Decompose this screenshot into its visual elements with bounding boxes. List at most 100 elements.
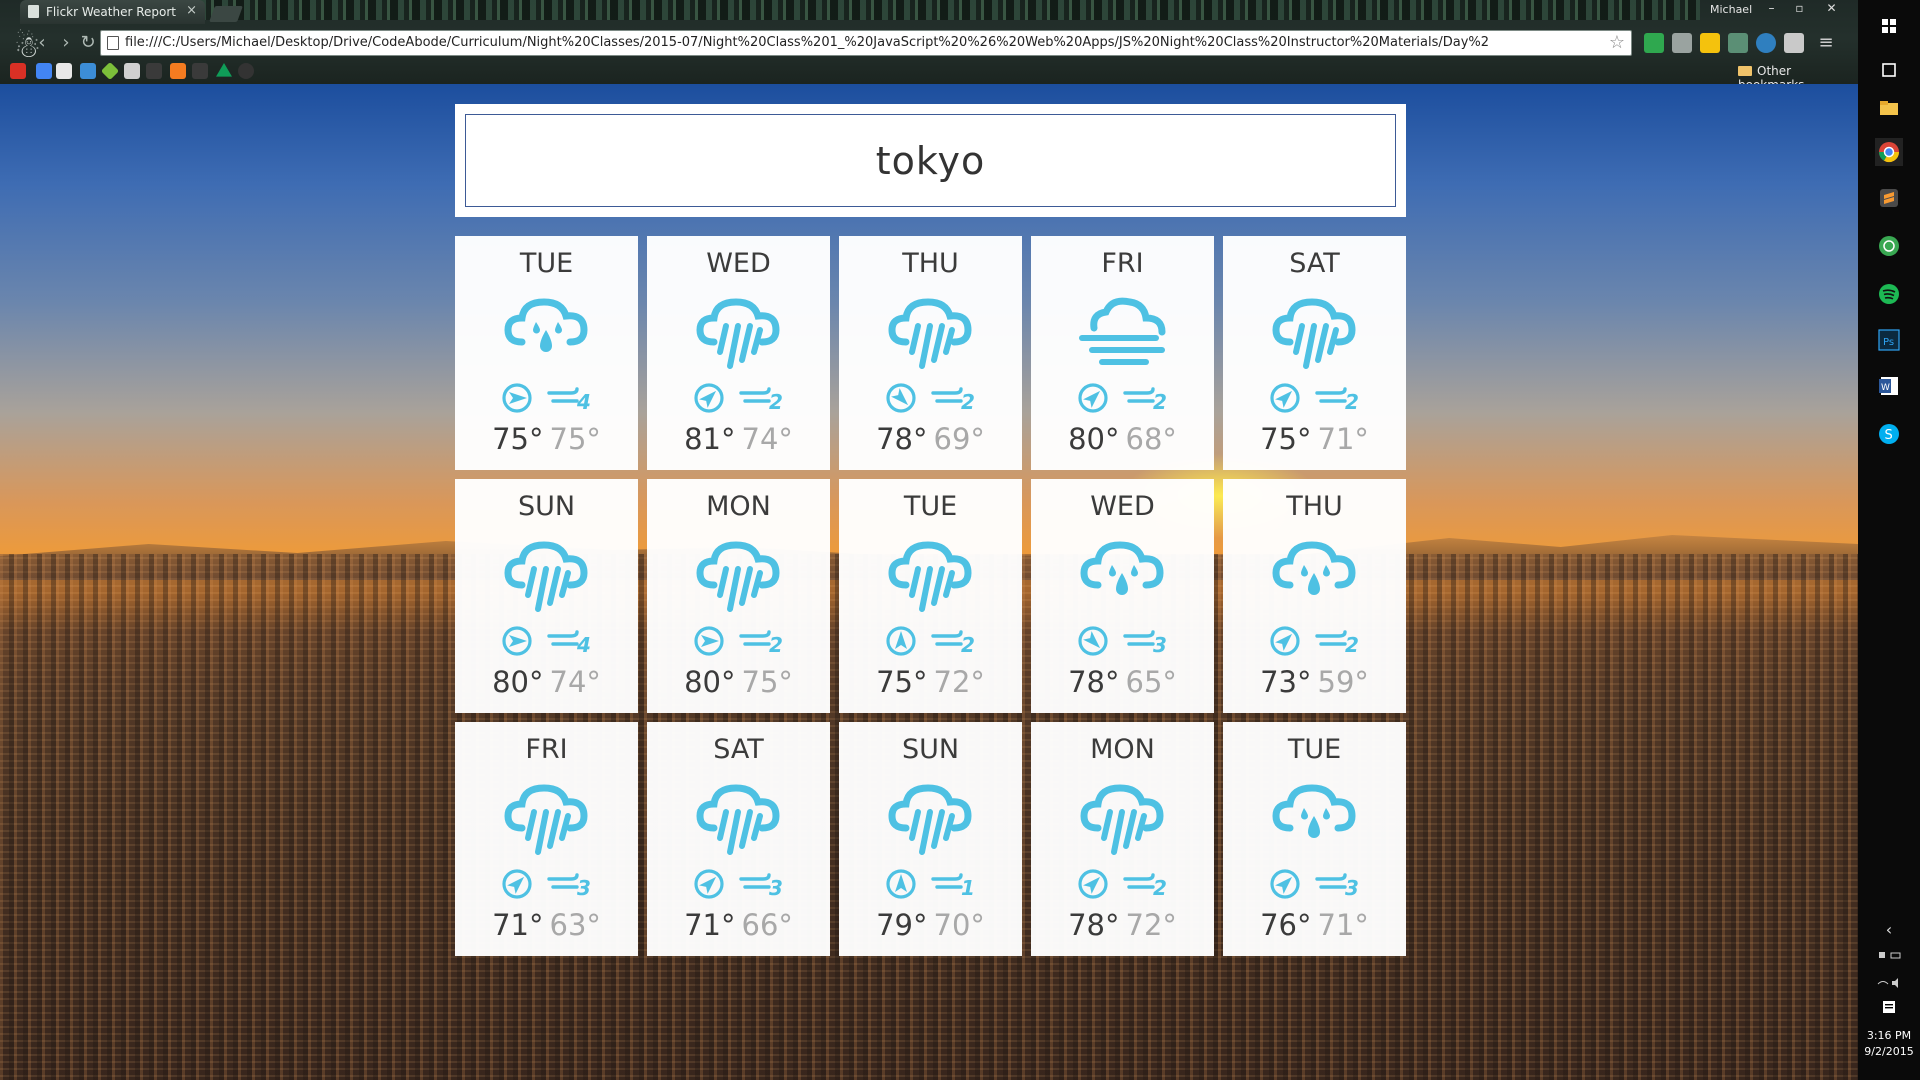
wind-speed-icon: 2: [931, 384, 979, 414]
wind-direction-icon: [501, 382, 533, 414]
wind-speed: 2: [1153, 876, 1167, 900]
city-search-input[interactable]: [465, 114, 1396, 207]
maximize-icon[interactable]: ▫: [1786, 0, 1813, 18]
rain-cloud-icon: [1268, 292, 1360, 372]
menu-icon[interactable]: ≡: [1816, 33, 1836, 53]
low-temp: 59°: [1317, 665, 1369, 699]
clock[interactable]: 3:16 PM 9/2/2015: [1858, 1028, 1920, 1060]
chrome-icon[interactable]: [1875, 138, 1903, 166]
rain-cloud-icon: [692, 778, 784, 858]
file-explorer-icon[interactable]: [1875, 94, 1903, 122]
skype-icon[interactable]: S: [1875, 420, 1903, 448]
wind-speed-icon: 1: [931, 870, 979, 900]
forecast-card: THU 2 78° 69°: [839, 236, 1022, 470]
lock-bookmark-icon[interactable]: [56, 63, 72, 79]
wind-info: 2: [1031, 868, 1214, 900]
rain-cloud-icon: [500, 535, 592, 615]
extension-gray-icon[interactable]: [1672, 33, 1692, 53]
reload-button[interactable]: ↻: [76, 31, 100, 55]
forecast-day: WED: [706, 248, 771, 279]
high-temp: 73°: [1260, 665, 1312, 699]
drive-bookmark-icon[interactable]: [216, 63, 232, 77]
google-plus-bookmark-icon[interactable]: [36, 63, 52, 79]
wind-direction-icon: [1077, 625, 1109, 657]
doc-bookmark-icon[interactable]: [80, 63, 96, 79]
close-icon[interactable]: ✕: [1818, 0, 1845, 18]
url-text[interactable]: file:///C:/Users/Michael/Desktop/Drive/C…: [125, 35, 1605, 50]
temperatures: 78° 65°: [1031, 665, 1214, 699]
wind-info: 2: [647, 625, 830, 657]
forecast-day: THU: [1286, 491, 1343, 522]
bookmark-star-icon[interactable]: ☆: [1609, 32, 1625, 53]
forecast-card: WED 3 78° 65°: [1031, 479, 1214, 713]
wind-speed: 3: [1345, 876, 1359, 900]
action-center-icon[interactable]: [1875, 994, 1903, 1022]
extension-blue-icon[interactable]: [1756, 33, 1776, 53]
wind-cloud-icon: [1076, 292, 1168, 372]
back-button[interactable]: ‹: [30, 31, 54, 55]
wind-speed-icon: 2: [739, 627, 787, 657]
forecast-card: MON 2 80° 75°: [647, 479, 830, 713]
wind-info: 1: [839, 868, 1022, 900]
new-tab-button[interactable]: [209, 6, 243, 22]
forecast-day: MON: [706, 491, 771, 522]
profile-name[interactable]: Michael: [1710, 3, 1752, 16]
cx-bookmark-icon[interactable]: [146, 63, 162, 79]
windows-icon[interactable]: [1875, 12, 1903, 40]
photoshop-icon[interactable]: Ps: [1875, 326, 1903, 354]
forecast-day: TUE: [519, 248, 574, 279]
rain-cloud-icon: [884, 292, 976, 372]
browser-tab[interactable]: Flickr Weather Report ×: [20, 0, 205, 24]
forecast-day: SUN: [517, 491, 576, 522]
green-app-icon[interactable]: [1875, 232, 1903, 260]
sublime-icon[interactable]: [1875, 184, 1903, 212]
tab-close-icon[interactable]: ×: [186, 3, 197, 18]
wind-speed: 2: [961, 390, 975, 414]
wind-direction-icon: [885, 382, 917, 414]
wind-direction-icon: [693, 382, 725, 414]
browser-chrome: Flickr Weather Report × Michael – ▫ ✕ ☃ …: [0, 0, 1858, 92]
low-temp: 74°: [549, 665, 601, 699]
extension-stamp-icon[interactable]: [1784, 33, 1804, 53]
wind-speed-icon: 2: [1315, 627, 1363, 657]
forward-button[interactable]: ›: [54, 31, 78, 55]
wind-direction-icon: [1077, 868, 1109, 900]
arrow-bookmark-icon[interactable]: [124, 63, 140, 79]
minimize-icon[interactable]: –: [1758, 0, 1785, 18]
address-bar[interactable]: file:///C:/Users/Michael/Desktop/Drive/C…: [100, 30, 1632, 56]
page-favicon-icon: [28, 5, 39, 18]
wind-info: 3: [1223, 868, 1406, 900]
extension-leaf-icon[interactable]: [1728, 33, 1748, 53]
wind-speed-icon: 3: [547, 870, 595, 900]
temperatures: 81° 74°: [647, 422, 830, 456]
wind-direction-icon: [1269, 868, 1301, 900]
spotify-icon[interactable]: [1875, 280, 1903, 308]
wind-info: 2: [1031, 382, 1214, 414]
extension-green-icon[interactable]: [1644, 33, 1664, 53]
low-temp: 69°: [933, 422, 985, 456]
extension-yellow-icon[interactable]: [1700, 33, 1720, 53]
forecast-day: MON: [1090, 734, 1155, 765]
green-bookmark-icon[interactable]: [100, 61, 120, 81]
cx2-bookmark-icon[interactable]: [192, 63, 208, 79]
forecast-card: MON 2 78° 72°: [1031, 722, 1214, 956]
circle-bookmark-icon[interactable]: [238, 63, 254, 79]
wind-info: 4: [455, 382, 638, 414]
forecast-card: SUN 1 79° 70°: [839, 722, 1022, 956]
high-temp: 76°: [1260, 908, 1312, 942]
svg-text:Ps: Ps: [1883, 337, 1894, 348]
temperatures: 73° 59°: [1223, 665, 1406, 699]
wind-speed-icon: 2: [1315, 384, 1363, 414]
temperatures: 76° 71°: [1223, 908, 1406, 942]
word-icon[interactable]: W: [1875, 372, 1903, 400]
raindrops-cloud-icon: [1268, 778, 1360, 858]
task-view-icon[interactable]: [1875, 56, 1903, 84]
temperatures: 80° 68°: [1031, 422, 1214, 456]
gmail-bookmark-icon[interactable]: [10, 63, 26, 79]
low-temp: 65°: [1125, 665, 1177, 699]
forecast-day: WED: [1090, 491, 1155, 522]
chevron-left-icon[interactable]: ‹: [1875, 920, 1903, 948]
orange-bookmark-icon[interactable]: [170, 63, 186, 79]
high-temp: 78°: [1068, 665, 1120, 699]
wind-info: 2: [839, 382, 1022, 414]
